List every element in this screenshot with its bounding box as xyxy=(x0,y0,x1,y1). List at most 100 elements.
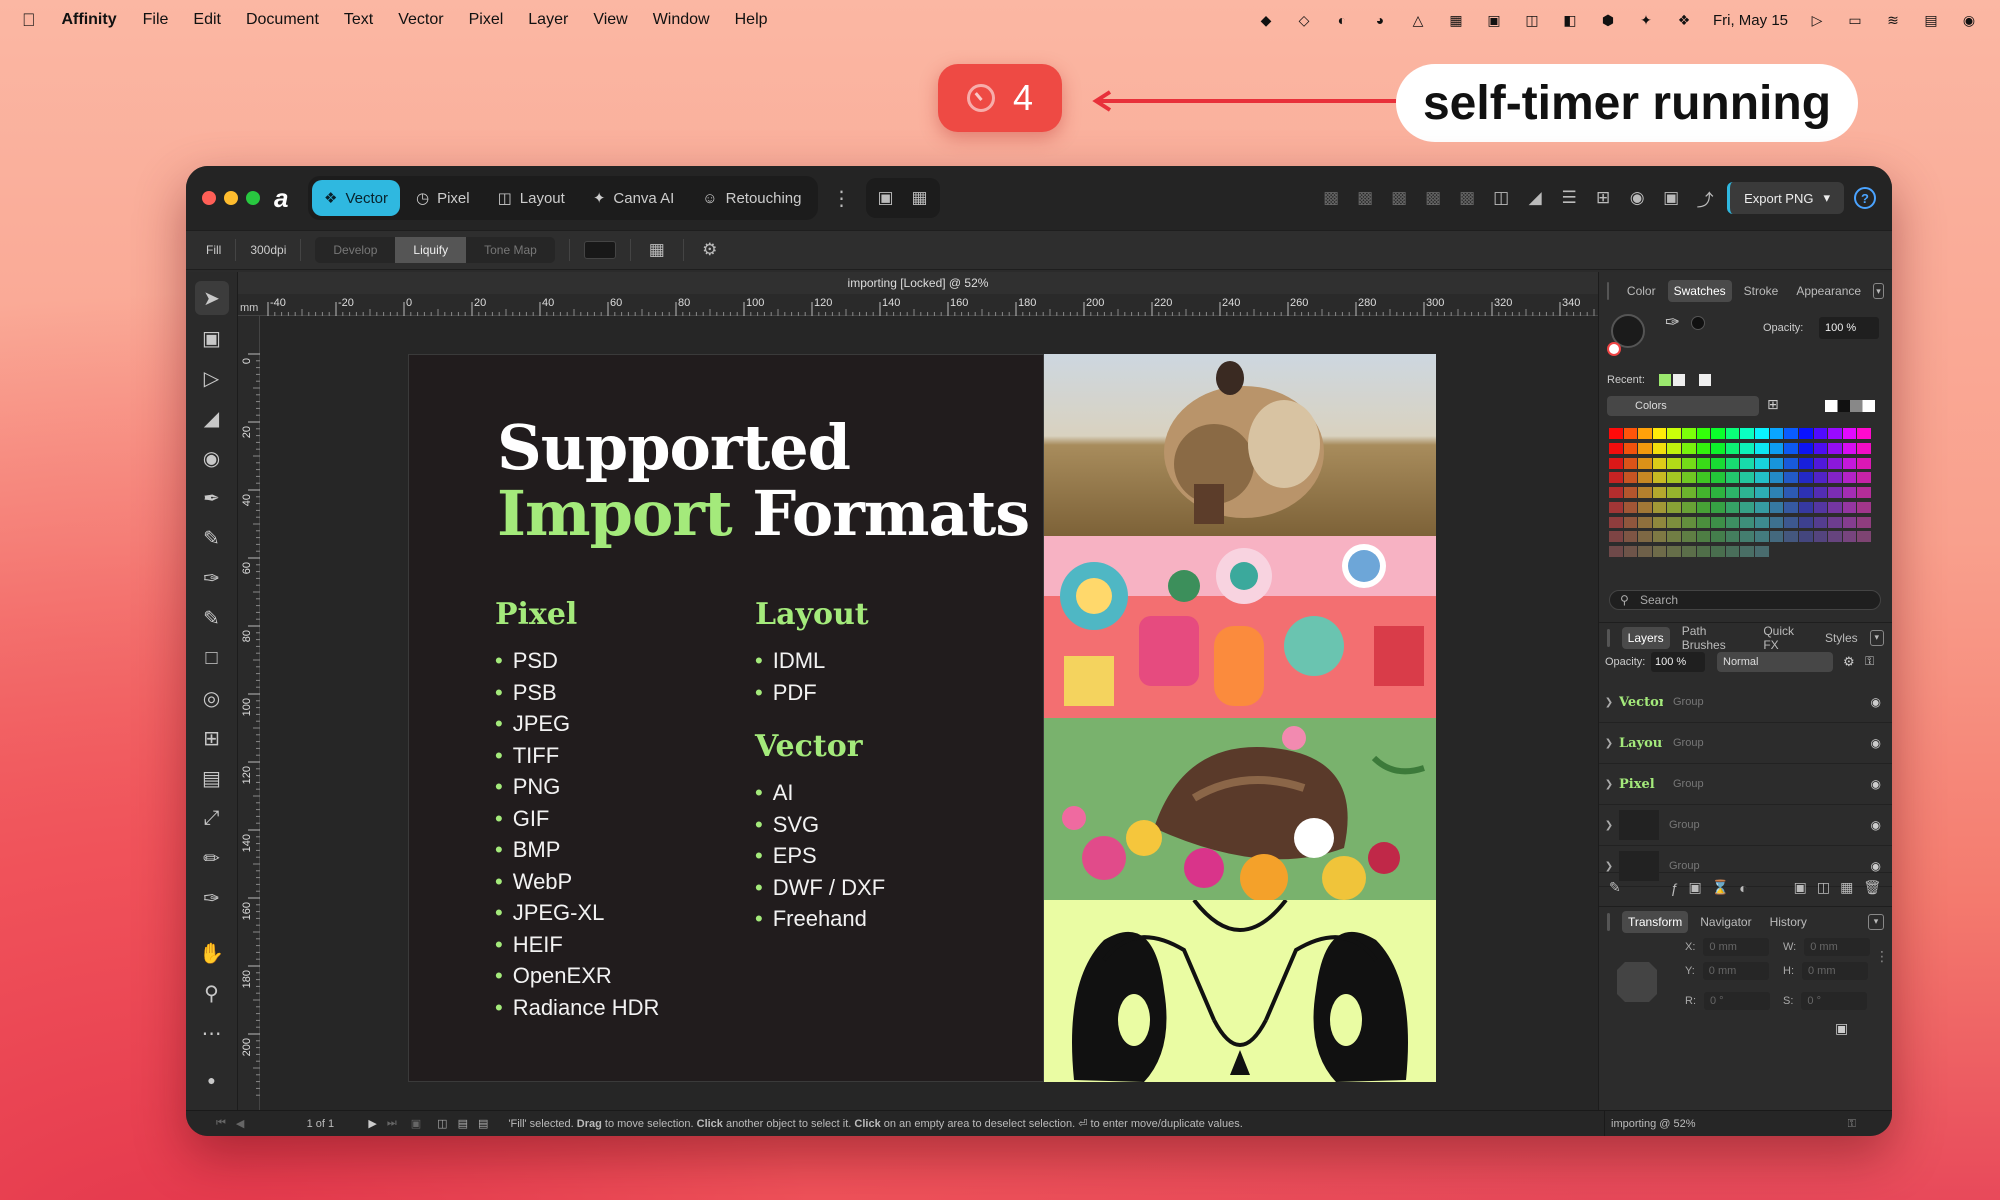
swatch[interactable] xyxy=(1828,531,1842,543)
expand-arrow-icon[interactable]: ❯ xyxy=(1599,697,1619,708)
color-dot-icon[interactable]: ● xyxy=(195,1063,229,1097)
menu-window[interactable]: Window xyxy=(653,11,710,29)
swatch[interactable] xyxy=(1798,501,1813,513)
siri-icon[interactable]: ◉ xyxy=(1960,12,1978,28)
fill-tool-icon[interactable]: ✎ xyxy=(195,601,229,635)
add-palette-icon[interactable]: ⊞ xyxy=(1767,396,1779,413)
measure-tool-icon[interactable]: ✏ xyxy=(195,841,229,875)
transform-options-icon[interactable]: ▣ xyxy=(1835,1020,1848,1037)
swatch[interactable] xyxy=(1740,531,1755,543)
swatch[interactable] xyxy=(1711,501,1725,513)
swatch[interactable] xyxy=(1857,472,1871,484)
swatch[interactable] xyxy=(1784,457,1798,469)
swatch[interactable] xyxy=(1667,516,1682,528)
chevron-down-icon[interactable]: ▾ xyxy=(1869,629,1884,646)
dropbox-icon[interactable]: ❖ xyxy=(1675,12,1693,28)
panel-grip[interactable] xyxy=(1607,282,1609,300)
close-icon[interactable] xyxy=(202,191,216,205)
swatch[interactable] xyxy=(1725,546,1740,558)
vector-brush-icon[interactable]: ✑ xyxy=(195,561,229,595)
swatch[interactable] xyxy=(1842,442,1857,454)
swatch[interactable] xyxy=(1652,428,1667,439)
play-circle-icon[interactable]: ▷ xyxy=(1808,12,1826,28)
vertical-ruler[interactable]: 0 20 40 60 80 100 120 140 160 180 200 xyxy=(238,316,260,1110)
swatch[interactable] xyxy=(1798,457,1813,469)
slice-tool-icon[interactable]: ⤢ xyxy=(195,801,229,835)
stroke-color-well[interactable] xyxy=(1691,316,1705,330)
snapping-icon[interactable]: ◉ xyxy=(1625,186,1649,210)
swatch[interactable] xyxy=(1623,428,1638,439)
swatch[interactable] xyxy=(1813,487,1828,499)
swatch[interactable] xyxy=(1813,531,1828,543)
boolean-intersect-icon[interactable]: ▩ xyxy=(1387,186,1411,210)
swatch[interactable] xyxy=(1755,546,1769,558)
swatch[interactable] xyxy=(1769,428,1784,439)
layer-row[interactable]: ❯ Group ◉ xyxy=(1599,805,1892,846)
tab-layers[interactable]: Layers xyxy=(1621,626,1670,649)
swatch[interactable] xyxy=(1682,546,1696,558)
add-pixel-layer-icon[interactable]: ▣ xyxy=(1794,879,1807,896)
swatch[interactable] xyxy=(1828,472,1842,484)
cube-icon[interactable]: ⬢ xyxy=(1599,12,1617,28)
swatch[interactable] xyxy=(1725,501,1740,513)
eye-icon[interactable]: ◉ xyxy=(1871,736,1881,750)
swatch[interactable] xyxy=(1682,442,1696,454)
eye-icon[interactable]: ◉ xyxy=(1871,818,1881,832)
swatch[interactable] xyxy=(1784,428,1798,439)
swatch[interactable] xyxy=(1711,531,1725,543)
eye-icon[interactable]: ◉ xyxy=(1871,777,1881,791)
swatch[interactable] xyxy=(1740,442,1755,454)
swatch[interactable] xyxy=(1784,442,1798,454)
swatch[interactable] xyxy=(1725,531,1740,543)
view-mode-icon[interactable]: ▣ xyxy=(1659,186,1683,210)
boolean-subtract-icon[interactable]: ▩ xyxy=(1353,186,1377,210)
swatch[interactable] xyxy=(1755,487,1769,499)
illustration-hands[interactable] xyxy=(1044,900,1436,1082)
persona-canva-ai[interactable]: ✦ Canva AI xyxy=(581,180,686,216)
swatch[interactable] xyxy=(1682,531,1696,543)
tab-swatches[interactable]: Swatches xyxy=(1667,280,1732,302)
swatch[interactable] xyxy=(1682,516,1696,528)
swatch[interactable] xyxy=(1623,472,1638,484)
no-fill-icon[interactable] xyxy=(1607,342,1621,356)
sparkle-status-icon[interactable]: ✦ xyxy=(1637,12,1655,28)
swatch[interactable] xyxy=(1652,442,1667,454)
swatch[interactable] xyxy=(1638,531,1652,543)
swatch[interactable] xyxy=(1725,472,1740,484)
image-tool-icon[interactable]: ▤ xyxy=(195,761,229,795)
swatch[interactable] xyxy=(1813,516,1828,528)
swatch[interactable] xyxy=(1828,501,1842,513)
swatch[interactable] xyxy=(1609,516,1623,528)
swatch[interactable] xyxy=(1740,428,1755,439)
expand-arrow-icon[interactable]: ❯ xyxy=(1599,861,1619,872)
swatch[interactable] xyxy=(1711,428,1725,439)
battery-icon[interactable]: ▭ xyxy=(1846,12,1864,28)
link-icon[interactable]: ⋮ xyxy=(1875,948,1889,965)
swatch[interactable] xyxy=(1696,501,1711,513)
boolean-divide-icon[interactable]: ▩ xyxy=(1455,186,1479,210)
swatch[interactable] xyxy=(1725,457,1740,469)
swatch[interactable] xyxy=(1638,546,1652,558)
persona-layout[interactable]: ◫ Layout xyxy=(486,180,577,216)
stack-icon[interactable]: ▤ xyxy=(478,1117,488,1130)
swatch[interactable] xyxy=(1711,487,1725,499)
rotation-field[interactable]: R: 0 ° xyxy=(1685,992,1770,1010)
photo-flowers-wood[interactable] xyxy=(1044,718,1436,900)
menu-vector[interactable]: Vector xyxy=(398,11,443,29)
swatch[interactable] xyxy=(1623,501,1638,513)
swatch[interactable] xyxy=(1842,428,1857,439)
swatch[interactable] xyxy=(1842,516,1857,528)
swatch[interactable] xyxy=(1652,487,1667,499)
gear-icon[interactable]: ⚙ xyxy=(1843,654,1855,670)
swatch[interactable] xyxy=(1609,472,1623,484)
affinity-logo-icon[interactable]: a xyxy=(274,185,300,211)
swatch[interactable] xyxy=(1828,487,1842,499)
triangle-icon[interactable]: △ xyxy=(1409,12,1427,28)
swatch[interactable] xyxy=(1740,501,1755,513)
tab-transform[interactable]: Transform xyxy=(1622,910,1689,933)
menu-help[interactable]: Help xyxy=(735,11,768,29)
swatch[interactable] xyxy=(1740,457,1755,469)
mode-tone-map[interactable]: Tone Map xyxy=(466,237,555,263)
menu-file[interactable]: File xyxy=(143,11,169,29)
swatch[interactable] xyxy=(1842,457,1857,469)
